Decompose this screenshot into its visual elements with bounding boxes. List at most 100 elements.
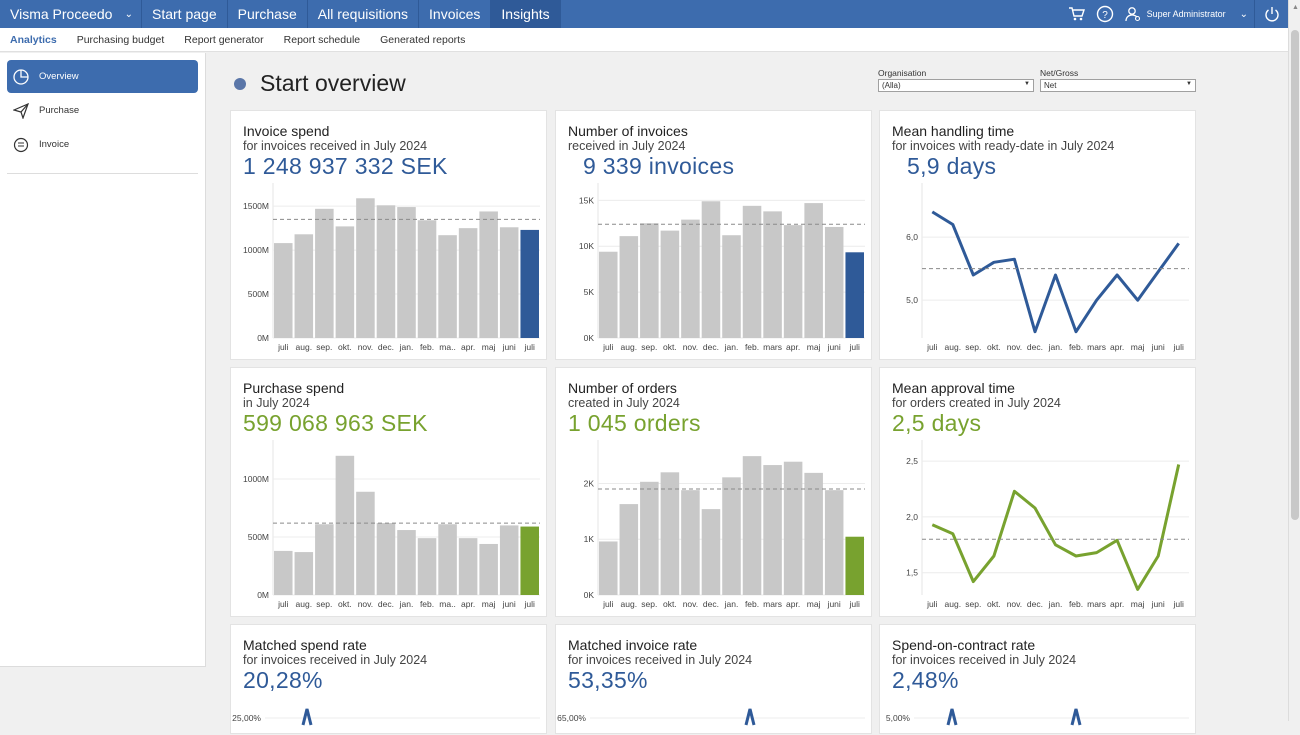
bar[interactable] — [294, 234, 314, 338]
nav-start-page[interactable]: Start page — [142, 0, 228, 28]
power-icon[interactable] — [1254, 0, 1288, 28]
series-line[interactable] — [301, 708, 313, 726]
series-line[interactable] — [946, 708, 958, 726]
subnav-purchasing-budget[interactable]: Purchasing budget — [77, 34, 165, 46]
bar[interactable] — [824, 226, 844, 338]
series-line[interactable] — [744, 708, 756, 726]
bar[interactable] — [763, 465, 782, 595]
x-tick-label: juli — [849, 342, 861, 352]
card-mean-approval-time[interactable]: Mean approval time for orders created in … — [879, 367, 1196, 617]
nav-purchase[interactable]: Purchase — [228, 0, 308, 28]
card-matched-spend-rate[interactable]: Matched spend rate for invoices received … — [230, 624, 547, 734]
bar[interactable] — [479, 543, 498, 595]
card-spend-on-contract-rate[interactable]: Spend-on-contract rate for invoices recei… — [879, 624, 1196, 734]
bar[interactable] — [438, 235, 457, 338]
sidebar-item-invoice[interactable]: Invoice — [7, 128, 198, 161]
bar[interactable] — [458, 228, 478, 338]
cart-icon[interactable] — [1063, 0, 1091, 28]
subnav-generated-reports[interactable]: Generated reports — [380, 34, 465, 46]
y-tick-label: 5,0 — [906, 295, 918, 305]
series-line[interactable] — [1070, 708, 1082, 726]
bar[interactable] — [701, 201, 721, 338]
series-line[interactable] — [931, 464, 1181, 591]
card-purchase-spend[interactable]: Purchase spend in July 2024 599 068 963 SE… — [230, 367, 547, 617]
subnav-report-schedule[interactable]: Report schedule — [284, 34, 360, 46]
bar[interactable] — [376, 205, 396, 338]
bar[interactable] — [458, 538, 478, 595]
bar[interactable] — [599, 541, 618, 595]
bar[interactable] — [499, 525, 519, 595]
bar[interactable] — [499, 227, 519, 338]
invoice-icon — [13, 137, 29, 152]
bar[interactable] — [274, 243, 293, 338]
nav-insights[interactable]: Insights — [491, 0, 561, 28]
bar[interactable] — [660, 230, 680, 338]
card-mean-handling-time[interactable]: Mean handling time for invoices with read… — [879, 110, 1196, 360]
sidebar-item-purchase[interactable]: Purchase — [7, 94, 198, 127]
bar[interactable] — [315, 208, 334, 338]
x-tick-label: maj — [1131, 342, 1145, 352]
scrollbar-thumb[interactable] — [1291, 30, 1299, 520]
scroll-up-arrow-icon[interactable]: ▲ — [1292, 4, 1299, 11]
vertical-scrollbar[interactable]: ▲ — [1288, 0, 1300, 721]
bar[interactable] — [681, 219, 700, 338]
x-tick-label: jan. — [724, 599, 739, 609]
bar[interactable] — [640, 481, 659, 595]
chart-purchase-spend: 0M 500M 1000M juli aug. sep. okt. nov. dec. jan. f… — [243, 440, 540, 609]
bar[interactable] — [397, 530, 416, 595]
bar[interactable] — [356, 491, 375, 595]
bar[interactable] — [335, 226, 355, 338]
sidebar-item-overview[interactable]: Overview — [7, 60, 198, 93]
bar[interactable] — [701, 509, 721, 595]
bar[interactable] — [804, 203, 823, 338]
bar[interactable] — [783, 225, 803, 338]
bar[interactable] — [824, 490, 844, 595]
card-number-of-invoices[interactable]: Number of invoices received in July 2024 9… — [555, 110, 872, 360]
bar[interactable] — [315, 524, 334, 595]
bar[interactable] — [722, 235, 741, 338]
series-line[interactable] — [931, 210, 1180, 334]
bar[interactable] — [520, 229, 539, 338]
bar[interactable] — [294, 552, 314, 595]
bar[interactable] — [335, 455, 355, 595]
bar[interactable] — [845, 536, 864, 595]
x-tick-label: jan. — [399, 342, 414, 352]
bar[interactable] — [742, 456, 762, 595]
bar[interactable] — [417, 538, 437, 595]
nav-invoices[interactable]: Invoices — [419, 0, 492, 28]
bar[interactable] — [681, 490, 700, 595]
organisation-select[interactable]: (Alla) ▼ — [878, 79, 1034, 92]
card-number-of-orders[interactable]: Number of orders created in July 2024 1 04… — [555, 367, 872, 617]
bar[interactable] — [742, 205, 762, 338]
bar[interactable] — [640, 223, 659, 338]
card-invoice-spend[interactable]: Invoice spend for invoices received in Ju… — [230, 110, 547, 360]
page-title: Start overview — [260, 70, 406, 96]
bar[interactable] — [520, 526, 539, 595]
netgross-select[interactable]: Net ▼ — [1040, 79, 1196, 92]
x-tick-label: okt. — [663, 342, 677, 352]
brand-menu[interactable]: Visma Proceedo ⌄ — [0, 0, 142, 28]
user-menu[interactable]: Super Administrator ⌄ — [1119, 6, 1254, 22]
bar[interactable] — [619, 236, 639, 338]
bar[interactable] — [479, 211, 498, 338]
subnav-report-generator[interactable]: Report generator — [184, 34, 263, 46]
bar[interactable] — [783, 461, 803, 595]
bar[interactable] — [417, 220, 437, 338]
bar[interactable] — [804, 472, 823, 595]
bar[interactable] — [660, 472, 680, 595]
card-matched-invoice-rate[interactable]: Matched invoice rate for invoices receive… — [555, 624, 872, 734]
bar[interactable] — [376, 523, 396, 595]
help-icon[interactable]: ? — [1091, 0, 1119, 28]
bar[interactable] — [599, 251, 618, 338]
bar[interactable] — [722, 477, 741, 595]
x-tick-label: dec. — [1027, 342, 1043, 352]
bar[interactable] — [274, 550, 293, 595]
x-tick-label: feb. — [1069, 599, 1083, 609]
bar[interactable] — [845, 252, 864, 338]
subnav-analytics[interactable]: Analytics — [10, 34, 57, 46]
bar[interactable] — [763, 211, 782, 338]
bar[interactable] — [619, 504, 639, 595]
bar[interactable] — [438, 524, 457, 595]
nav-all-requisitions[interactable]: All requisitions — [308, 0, 420, 28]
bar[interactable] — [397, 207, 416, 338]
